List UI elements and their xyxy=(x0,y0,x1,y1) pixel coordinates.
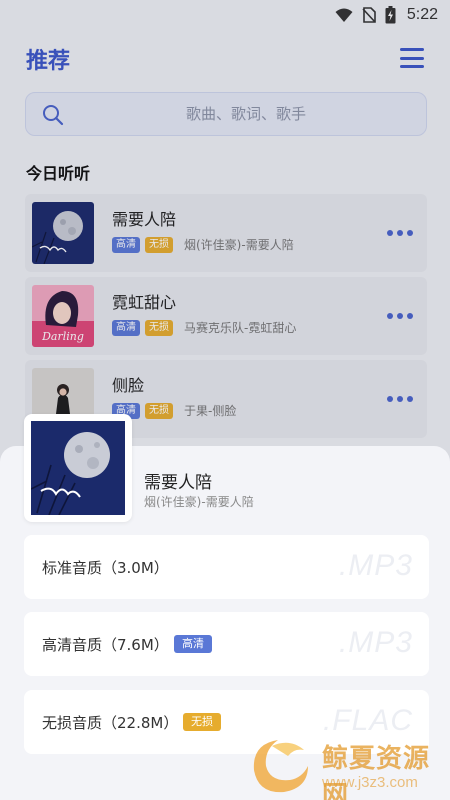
format-watermark: .MP3 xyxy=(338,626,413,659)
quality-label: 无损音质（22.8M） xyxy=(42,714,179,732)
hq-badge: 高清 xyxy=(174,635,212,653)
format-watermark: .MP3 xyxy=(338,549,413,582)
quality-label: 高清音质（7.6M） xyxy=(42,636,169,654)
sheet-album-cover xyxy=(24,414,132,522)
whale-logo-icon xyxy=(250,736,312,796)
album-cover xyxy=(31,421,125,515)
quality-option-hq[interactable]: 高清音质（7.6M） 高清 .MP3 xyxy=(24,612,429,676)
quality-label: 标准音质（3.0M） xyxy=(42,559,169,577)
sheet-song-title: 需要人陪 xyxy=(144,473,212,493)
quality-option-standard[interactable]: 标准音质（3.0M） .MP3 xyxy=(24,535,429,599)
watermark-url: www.j3z3.com xyxy=(322,774,418,791)
site-watermark: 鲸夏资源网 www.j3z3.com xyxy=(250,734,450,800)
format-watermark: .FLAC xyxy=(322,704,413,737)
sheet-song-artist: 烟(许佳豪)-需要人陪 xyxy=(144,495,254,509)
lossless-badge: 无损 xyxy=(183,713,221,731)
